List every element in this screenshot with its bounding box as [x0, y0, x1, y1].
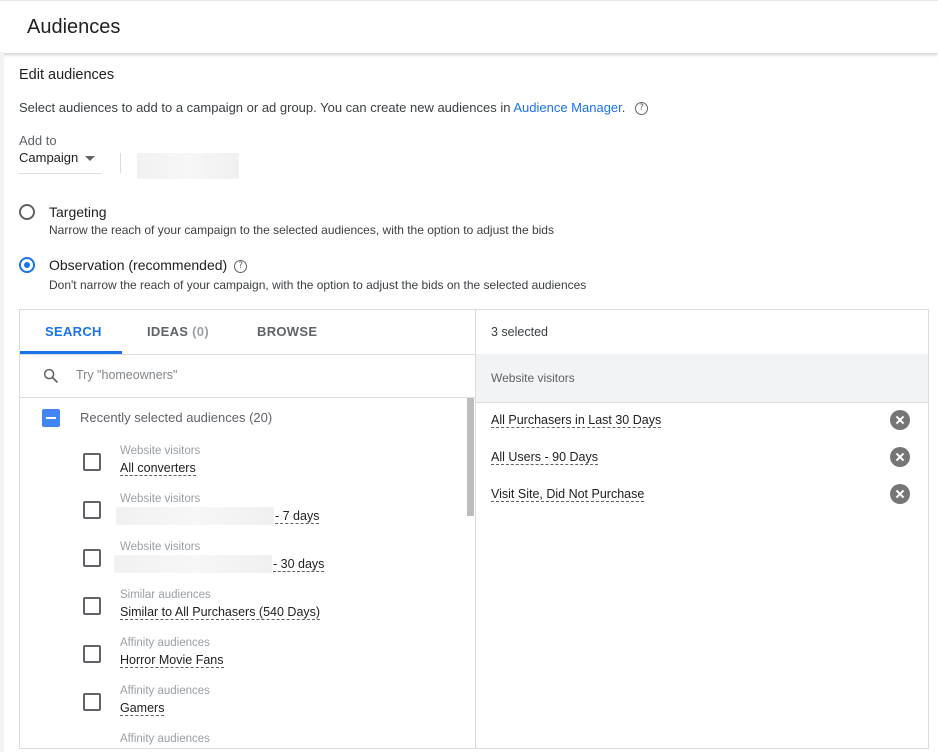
tab-browse-label: BROWSE — [257, 324, 318, 339]
item-name[interactable]: - 7 days — [275, 509, 320, 524]
tab-search-label: SEARCH — [45, 324, 102, 339]
group-label: Recently selected audiences (20) — [80, 410, 273, 425]
divider — [120, 153, 121, 173]
item-category: Website visitors — [120, 541, 201, 553]
checkbox[interactable] — [83, 597, 101, 615]
description-suffix: . — [621, 100, 626, 115]
page-title: Audiences — [27, 16, 121, 38]
add-to-dropdown[interactable]: Campaign — [19, 150, 101, 174]
item-name[interactable]: All converters — [120, 461, 196, 476]
item-category: Website visitors — [120, 493, 201, 505]
item-category: Affinity audiences — [120, 685, 210, 697]
selected-category-header: Website visitors — [476, 354, 928, 403]
checkbox[interactable] — [83, 549, 101, 567]
list-item[interactable]: Affinity audiences Gamers — [20, 678, 460, 726]
search-bar — [20, 354, 475, 398]
observation-subtitle: Don't narrow the reach of your campaign,… — [49, 278, 587, 292]
targeting-subtitle: Narrow the reach of your campaign to the… — [49, 223, 554, 237]
search-input[interactable] — [76, 365, 456, 385]
redacted-name — [116, 507, 274, 525]
recent-audiences-group[interactable]: Recently selected audiences (20) — [20, 398, 460, 438]
observation-radio[interactable] — [19, 257, 35, 273]
audience-picker-panel: SEARCH IDEAS (0) BROWSE Recently selecte… — [19, 309, 929, 749]
selected-item-name[interactable]: Visit Site, Did Not Purchase — [491, 487, 645, 502]
list-item[interactable]: Similar audiences Similar to All Purchas… — [20, 582, 460, 630]
item-name[interactable]: - 30 days — [273, 557, 325, 572]
tab-search[interactable]: SEARCH — [45, 324, 102, 339]
add-to-value: Campaign — [19, 150, 79, 165]
remove-icon[interactable] — [890, 447, 910, 467]
scrollbar[interactable] — [467, 398, 474, 516]
page-header: Audiences — [0, 0, 938, 54]
item-name[interactable]: Gamers — [120, 701, 165, 716]
checkbox[interactable] — [83, 453, 101, 471]
left-edge — [0, 52, 4, 752]
selected-item: All Users - 90 Days — [476, 447, 928, 484]
item-category: Affinity audiences — [120, 733, 210, 745]
remove-icon[interactable] — [890, 484, 910, 504]
list-item[interactable]: Affinity audiences Horror Movie Fans — [20, 630, 460, 678]
help-circle-icon[interactable]: ? — [234, 259, 248, 273]
search-icon — [43, 368, 58, 383]
description-text: Select audiences to add to a campaign or… — [19, 100, 514, 115]
list-item[interactable]: Website visitors - 7 days — [20, 486, 460, 534]
checkbox[interactable] — [83, 501, 101, 519]
section-title: Edit audiences — [19, 67, 115, 83]
selected-item-name[interactable]: All Users - 90 Days — [491, 450, 598, 465]
list-item[interactable]: Website visitors All converters — [20, 438, 460, 486]
item-name[interactable]: Horror Movie Fans — [120, 653, 224, 668]
observation-title: Observation (recommended) ? — [49, 257, 248, 273]
tab-ideas-count: (0) — [192, 324, 209, 339]
audience-manager-link[interactable]: Audience Manager — [513, 100, 621, 115]
item-name[interactable]: Similar to All Purchasers (540 Days) — [120, 605, 321, 620]
redacted-campaign-name — [137, 153, 239, 179]
checkbox[interactable] — [83, 645, 101, 663]
selected-item: All Purchasers in Last 30 Days — [476, 410, 928, 447]
checkbox[interactable] — [83, 693, 101, 711]
observation-title-text: Observation (recommended) — [49, 257, 228, 273]
list-item[interactable]: Website visitors - 30 days — [20, 534, 460, 582]
help-circle-icon[interactable]: ? — [635, 102, 649, 116]
selected-item-name[interactable]: All Purchasers in Last 30 Days — [491, 413, 662, 428]
redacted-name — [114, 555, 272, 573]
item-category: Website visitors — [120, 445, 201, 457]
item-category: Similar audiences — [120, 589, 211, 601]
remove-icon[interactable] — [890, 410, 910, 430]
targeting-radio[interactable] — [19, 204, 35, 220]
tab-ideas[interactable]: IDEAS (0) — [147, 324, 209, 339]
section-description: Select audiences to add to a campaign or… — [19, 100, 649, 116]
list-item[interactable]: Affinity audiences — [20, 726, 460, 748]
selected-item: Visit Site, Did Not Purchase — [476, 484, 928, 521]
item-category: Affinity audiences — [120, 637, 210, 649]
tab-ideas-label: IDEAS — [147, 324, 189, 339]
tab-bar: SEARCH IDEAS (0) BROWSE — [20, 310, 475, 355]
add-to-label: Add to — [19, 133, 57, 148]
selected-category-label: Website visitors — [491, 371, 575, 385]
targeting-title: Targeting — [49, 204, 107, 220]
audience-list: Recently selected audiences (20) Website… — [20, 398, 475, 748]
indeterminate-checkbox[interactable] — [42, 409, 60, 427]
selected-header: 3 selected — [476, 310, 928, 355]
caret-down-icon — [85, 156, 95, 161]
selected-count: 3 selected — [491, 325, 548, 339]
tab-browse[interactable]: BROWSE — [257, 324, 317, 339]
